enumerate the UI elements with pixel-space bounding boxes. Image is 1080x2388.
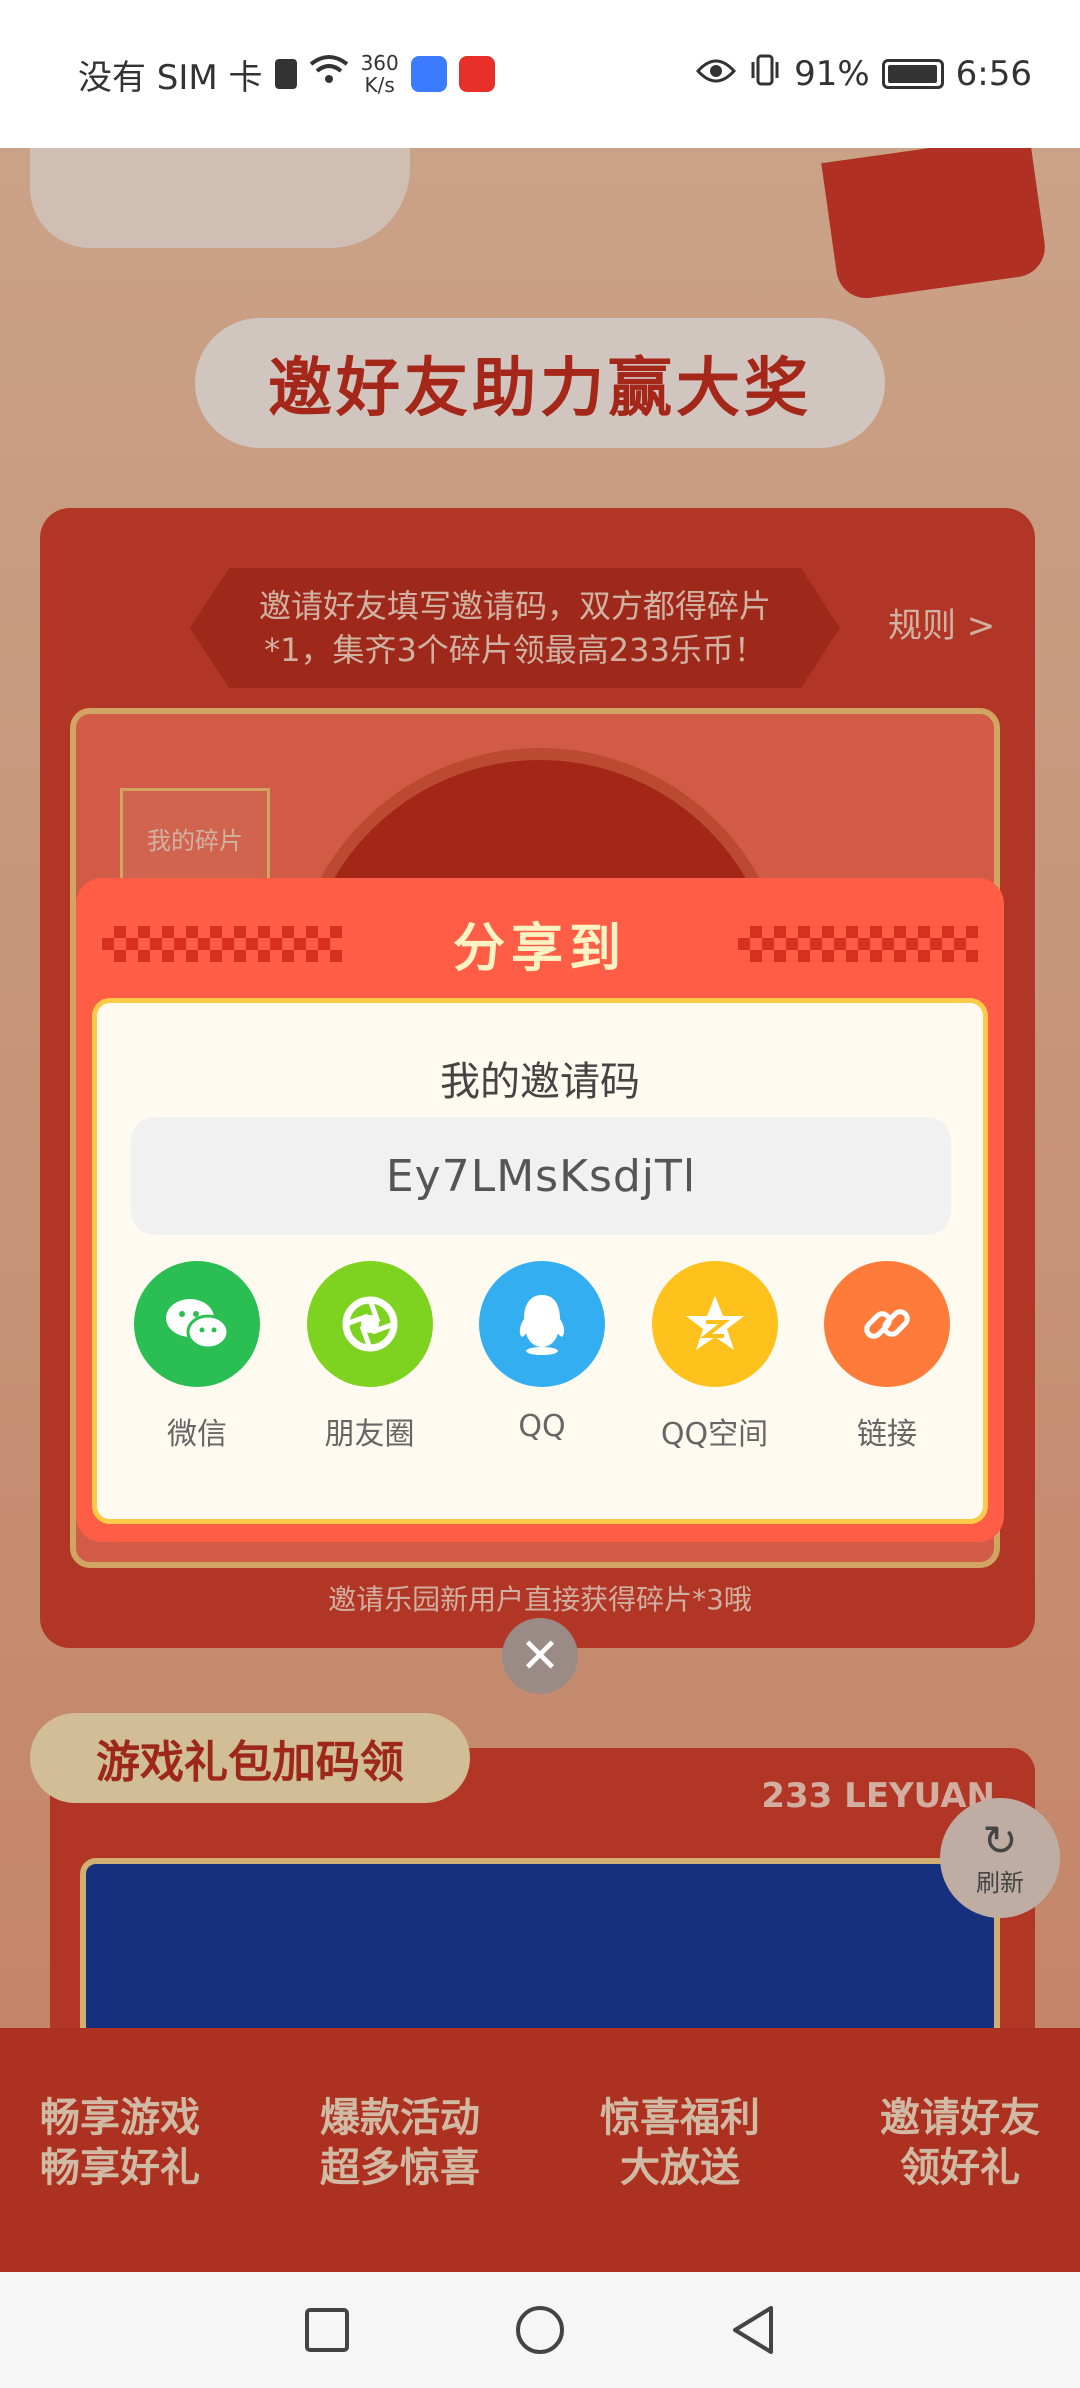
share-qq-button[interactable]: QQ — [462, 1261, 622, 1453]
share-label: QQ — [518, 1409, 566, 1444]
share-label: 朋友圈 — [324, 1417, 415, 1452]
share-label: 微信 — [167, 1417, 227, 1452]
invite-code-field[interactable]: Ey7LMsKsdjTl — [131, 1117, 951, 1235]
wifi-icon — [309, 54, 349, 95]
eye-icon — [696, 54, 737, 94]
circle-icon — [515, 2306, 564, 2354]
square-icon — [304, 2308, 349, 2352]
app-notification-icon — [458, 56, 495, 92]
share-moments-button[interactable]: 朋友圈 — [290, 1261, 450, 1453]
close-dialog-button[interactable]: ✕ — [502, 1618, 578, 1694]
share-label: 链接 — [857, 1417, 917, 1452]
share-label: QQ空间 — [660, 1417, 769, 1452]
invite-code-label: 我的邀请码 — [440, 1059, 640, 1105]
share-targets: 微信 朋友圈 QQ QQ空间 链接 — [117, 1261, 967, 1453]
qq-icon — [479, 1261, 605, 1387]
net-speed: 360 K/s — [361, 52, 399, 96]
back-button[interactable] — [723, 2300, 783, 2360]
share-link-button[interactable]: 链接 — [807, 1261, 967, 1453]
sim-alert-icon — [274, 59, 297, 89]
back-triangle-icon — [733, 2306, 774, 2354]
clock: 6:56 — [955, 54, 1032, 94]
net-speed-value: 360 — [360, 51, 399, 75]
status-bar: 没有 SIM 卡 360 K/s 91% 6:56 — [0, 0, 1080, 148]
share-dialog: 分享到 我的邀请码 Ey7LMsKsdjTl 微信 朋友圈 QQ QQ空间 链接 — [76, 878, 1004, 1542]
share-dialog-body: 我的邀请码 Ey7LMsKsdjTl 微信 朋友圈 QQ QQ空间 链接 — [92, 998, 988, 1524]
moments-icon — [306, 1261, 433, 1387]
battery-percent: 91% — [794, 54, 870, 94]
system-nav-bar — [0, 2272, 1080, 2388]
share-wechat-button[interactable]: 微信 — [117, 1261, 277, 1453]
recents-button[interactable] — [297, 2300, 357, 2360]
qzone-icon — [651, 1261, 778, 1387]
share-dialog-title: 分享到 — [452, 919, 627, 979]
home-button[interactable] — [510, 2300, 570, 2360]
app-notification-icon — [410, 56, 447, 92]
net-speed-unit: K/s — [364, 73, 395, 97]
link-icon — [824, 1261, 950, 1387]
status-right: 91% 6:56 — [696, 54, 1032, 95]
battery-icon — [881, 59, 944, 89]
vibrate-icon — [748, 54, 782, 95]
wechat-icon — [134, 1261, 260, 1387]
close-icon: ✕ — [519, 1628, 561, 1684]
carrier-text: 没有 SIM 卡 — [78, 57, 263, 98]
share-qzone-button[interactable]: QQ空间 — [635, 1261, 795, 1453]
status-left: 没有 SIM 卡 360 K/s — [78, 50, 495, 99]
